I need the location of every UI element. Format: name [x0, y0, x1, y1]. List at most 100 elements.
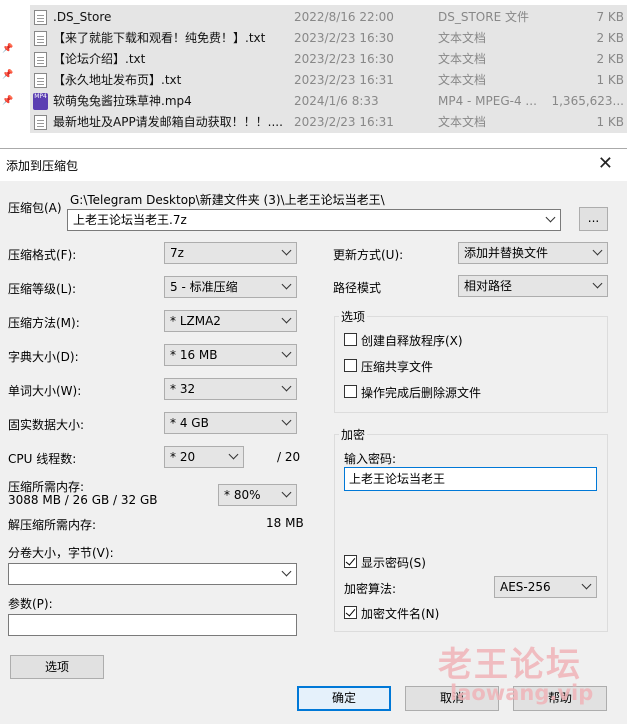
file-row[interactable]: 【论坛介绍】.txt 2023/2/23 16:30 文本文档 2 KB [30, 49, 627, 70]
file-name: 最新地址及APP请发邮箱自动获取！！！.... [53, 115, 283, 129]
pin-icon[interactable]: 📌 [2, 44, 13, 54]
delete-checkbox[interactable] [344, 385, 357, 398]
chevron-down-icon[interactable] [281, 347, 292, 358]
mem-percent-select[interactable]: * 80% [218, 484, 297, 506]
chevron-down-icon[interactable] [281, 381, 292, 392]
options-button[interactable]: 选项 [10, 655, 104, 679]
file-type: MP4 - MPEG-4 ... [438, 94, 537, 108]
chevron-down-icon[interactable] [281, 279, 292, 290]
chevron-down-icon[interactable] [592, 278, 603, 289]
method-label: 压缩方法(M): [8, 316, 80, 330]
file-type: 文本文档 [438, 52, 487, 66]
cpu-total: / 20 [277, 450, 301, 464]
file-name: 【永久地址发布页】.txt [53, 73, 182, 87]
archive-name-value: 上老王论坛当老王.7z [73, 213, 187, 227]
chevron-down-icon[interactable] [581, 579, 592, 590]
file-size: 1,365,623... [551, 94, 624, 108]
solid-value: * 4 GB [170, 416, 209, 430]
chevron-down-icon[interactable] [281, 487, 292, 498]
split-label: 分卷大小，字节(V): [8, 546, 114, 560]
file-row[interactable]: 最新地址及APP请发邮箱自动获取！！！.... 2023/2/23 16:31 文本… [30, 112, 627, 133]
level-select[interactable]: 5 - 标准压缩 [164, 276, 297, 298]
chevron-down-icon[interactable] [281, 313, 292, 324]
file-size: 2 KB [596, 31, 624, 45]
show-password-label[interactable]: 显示密码(S) [361, 554, 426, 571]
update-select[interactable]: 添加并替换文件 [458, 242, 608, 264]
file-size: 2 KB [596, 52, 624, 66]
archive-path: G:\Telegram Desktop\新建文件夹 (3)\上老王论坛当老王\ [70, 193, 385, 207]
sfx-label[interactable]: 创建自释放程序(X) [361, 332, 463, 349]
file-type: 文本文档 [438, 31, 487, 45]
dict-label: 字典大小(D): [8, 350, 79, 364]
file-name: 【论坛介绍】.txt [53, 52, 146, 66]
file-row[interactable]: .DS_Store 2022/8/16 22:00 DS_STORE 文件 7 KB [30, 7, 627, 28]
file-date: 2023/2/23 16:31 [294, 115, 394, 129]
level-value: 5 - 标准压缩 [170, 280, 238, 294]
encrypt-names-checkbox[interactable] [344, 606, 357, 619]
pin-icon[interactable]: 📌 [2, 96, 13, 106]
word-value: * 32 [170, 382, 196, 396]
word-select[interactable]: * 32 [164, 378, 297, 400]
chevron-down-icon[interactable] [281, 415, 292, 426]
mem-decomp-value: 18 MB [266, 516, 304, 530]
chevron-down-icon[interactable] [592, 245, 603, 256]
dialog-titlebar: 添加到压缩包 ✕ [0, 149, 627, 181]
file-size: 7 KB [596, 10, 624, 24]
sfx-checkbox[interactable] [344, 333, 357, 346]
path-mode-select[interactable]: 相对路径 [458, 275, 608, 297]
file-date: 2024/1/6 8:33 [294, 94, 379, 108]
close-icon[interactable]: ✕ [598, 154, 613, 174]
add-to-archive-dialog: 添加到压缩包 ✕ 压缩包(A) G:\Telegram Desktop\新建文件… [0, 148, 627, 724]
pin-icon[interactable]: 📌 [2, 70, 13, 80]
enc-method-select[interactable]: AES-256 [494, 576, 597, 598]
update-value: 添加并替换文件 [464, 246, 549, 260]
file-size: 1 KB [596, 115, 624, 129]
text-file-icon [34, 73, 47, 88]
password-input[interactable]: 上老王论坛当老王 [344, 467, 597, 491]
update-label: 更新方式(U): [333, 248, 404, 262]
encrypt-names-label[interactable]: 加密文件名(N) [361, 605, 439, 622]
format-label: 压缩格式(F): [8, 248, 77, 262]
split-combo[interactable] [8, 563, 297, 585]
quick-access-pins: 📌 📌 📌 [0, 0, 22, 141]
solid-select[interactable]: * 4 GB [164, 412, 297, 434]
cpu-label: CPU 线程数: [8, 452, 77, 466]
level-label: 压缩等级(L): [8, 282, 77, 296]
shared-label[interactable]: 压缩共享文件 [361, 358, 433, 375]
watermark-logo: 老王论坛 [438, 645, 582, 685]
archive-label: 压缩包(A) [8, 201, 62, 215]
file-date: 2022/8/16 22:00 [294, 10, 394, 24]
file-row[interactable]: 【来了就能下载和观看！纯免费！】.txt 2023/2/23 16:30 文本文档 2… [30, 28, 627, 49]
file-row[interactable]: MP4 软萌兔兔酱拉珠草神.mp4 2024/1/6 8:33 MP4 - MPEG-… [30, 91, 627, 112]
browse-button[interactable]: ... [579, 207, 608, 231]
file-date: 2023/2/23 16:30 [294, 31, 394, 45]
solid-label: 固实数据大小: [8, 418, 85, 432]
file-size: 1 KB [596, 73, 624, 87]
cpu-select[interactable]: * 20 [164, 446, 244, 468]
archive-name-combo[interactable]: 上老王论坛当老王.7z [67, 209, 561, 231]
watermark-url: laowang.vip [450, 681, 594, 705]
dict-value: * 16 MB [170, 348, 218, 362]
file-name: 软萌兔兔酱拉珠草神.mp4 [53, 94, 192, 108]
chevron-down-icon[interactable] [281, 245, 292, 256]
mem-decomp-label: 解压缩所需内存: [8, 518, 97, 532]
params-input[interactable] [8, 614, 297, 636]
method-select[interactable]: * LZMA2 [164, 310, 297, 332]
delete-label[interactable]: 操作完成后删除源文件 [361, 384, 481, 401]
format-select[interactable]: 7z [164, 242, 297, 264]
path-mode-label: 路径模式 [333, 281, 382, 295]
encryption-group-title: 加密 [339, 426, 368, 443]
shared-checkbox[interactable] [344, 359, 357, 372]
show-password-checkbox[interactable] [344, 555, 357, 568]
cpu-value: * 20 [170, 450, 196, 464]
options-group-title: 选项 [339, 308, 368, 325]
chevron-down-icon[interactable] [281, 566, 292, 577]
path-mode-value: 相对路径 [464, 279, 513, 293]
chevron-down-icon[interactable] [545, 212, 556, 223]
dict-select[interactable]: * 16 MB [164, 344, 297, 366]
ok-button[interactable]: 确定 [297, 686, 391, 711]
enc-method-value: AES-256 [500, 580, 551, 594]
chevron-down-icon[interactable] [228, 449, 239, 460]
file-row[interactable]: 【永久地址发布页】.txt 2023/2/23 16:31 文本文档 1 KB [30, 70, 627, 91]
file-date: 2023/2/23 16:31 [294, 73, 394, 87]
